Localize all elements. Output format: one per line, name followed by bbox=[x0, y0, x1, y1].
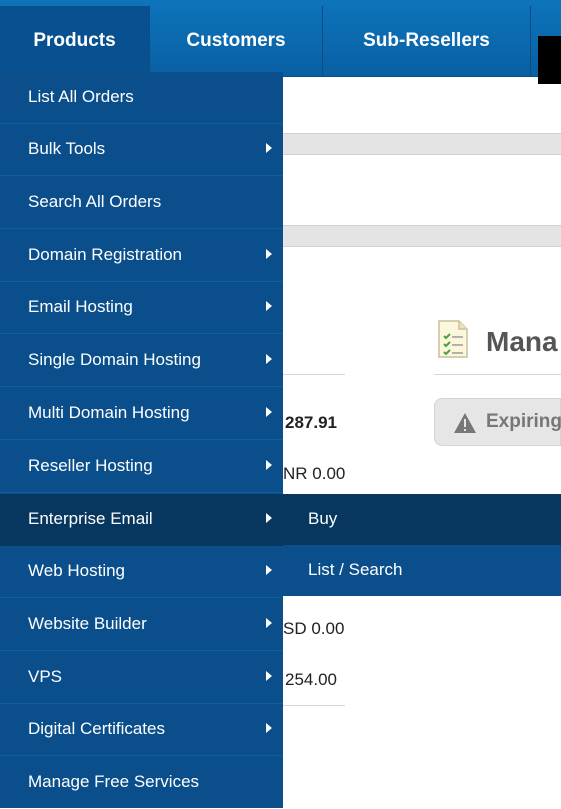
balance-value: NR 0.00 bbox=[283, 464, 346, 483]
menu-item-manage-free-services[interactable]: Manage Free Services bbox=[0, 757, 283, 809]
chevron-right-icon bbox=[266, 301, 272, 311]
page-title: Mana bbox=[486, 326, 558, 357]
menu-item-digital-certificates[interactable]: Digital Certificates bbox=[0, 704, 283, 756]
chevron-right-icon bbox=[266, 143, 272, 153]
menu-item-label: Digital Certificates bbox=[28, 719, 165, 738]
menu-item-web-hosting[interactable]: Web Hosting bbox=[0, 546, 283, 598]
chevron-right-icon bbox=[266, 565, 272, 575]
menu-item-label: Reseller Hosting bbox=[28, 456, 153, 475]
top-navigation: Products Customers Sub-Resellers bbox=[0, 0, 561, 77]
menu-item-label: Bulk Tools bbox=[28, 139, 106, 158]
menu-item-multi-domain-hosting[interactable]: Multi Domain Hosting bbox=[0, 388, 283, 440]
menu-item-label: Multi Domain Hosting bbox=[28, 403, 190, 422]
submenu-item-list-search[interactable]: List / Search bbox=[283, 545, 561, 596]
menu-item-email-hosting[interactable]: Email Hosting bbox=[0, 282, 283, 334]
tab-expiring-label: Expiring bbox=[486, 411, 561, 432]
menu-item-label: Email Hosting bbox=[28, 297, 133, 316]
menu-item-label: Search All Orders bbox=[28, 192, 162, 211]
menu-item-website-builder[interactable]: Website Builder bbox=[0, 599, 283, 651]
document-icon bbox=[438, 320, 468, 358]
menu-item-reseller-hosting[interactable]: Reseller Hosting bbox=[0, 441, 283, 493]
submenu-item-label: List / Search bbox=[308, 560, 403, 579]
chevron-right-icon bbox=[266, 671, 272, 681]
divider bbox=[283, 705, 345, 706]
balance-value: 254.00 bbox=[285, 670, 337, 689]
chevron-right-icon bbox=[266, 723, 272, 733]
chevron-right-icon bbox=[266, 354, 272, 364]
products-dropdown-menu: List All Orders Bulk Tools Search All Or… bbox=[0, 72, 283, 808]
menu-item-label: VPS bbox=[28, 667, 63, 686]
chevron-right-icon bbox=[266, 407, 272, 417]
obscured-region bbox=[538, 36, 561, 84]
balance-value: SD 0.00 bbox=[283, 619, 345, 638]
menu-item-single-domain-hosting[interactable]: Single Domain Hosting bbox=[0, 335, 283, 387]
menu-item-list-all-orders[interactable]: List All Orders bbox=[0, 72, 283, 124]
menu-item-label: Domain Registration bbox=[28, 245, 183, 264]
menu-item-bulk-tools[interactable]: Bulk Tools bbox=[0, 124, 283, 176]
tab-customers[interactable]: Customers bbox=[150, 6, 323, 76]
tab-expiring[interactable]: Expiring bbox=[434, 398, 561, 446]
menu-item-domain-registration[interactable]: Domain Registration bbox=[0, 230, 283, 282]
chevron-right-icon bbox=[266, 618, 272, 628]
menu-item-vps[interactable]: VPS bbox=[0, 652, 283, 704]
balance-value: 287.91 bbox=[285, 413, 337, 432]
tab-products[interactable]: Products bbox=[0, 6, 150, 76]
chevron-right-icon bbox=[266, 460, 272, 470]
divider bbox=[283, 374, 345, 375]
tab-sub-resellers[interactable]: Sub-Resellers bbox=[323, 6, 531, 76]
chevron-right-icon bbox=[266, 513, 272, 523]
menu-item-label: List All Orders bbox=[28, 87, 134, 106]
menu-item-label: Web Hosting bbox=[28, 561, 126, 580]
divider bbox=[434, 374, 561, 375]
menu-item-label: Enterprise Email bbox=[28, 509, 153, 528]
menu-item-label: Website Builder bbox=[28, 614, 147, 633]
divider-bar bbox=[283, 133, 561, 155]
warning-icon bbox=[454, 413, 476, 433]
menu-item-enterprise-email[interactable]: Enterprise Email bbox=[0, 494, 283, 546]
menu-item-label: Manage Free Services bbox=[28, 772, 200, 791]
submenu-item-label: Buy bbox=[308, 509, 338, 528]
menu-item-label: Single Domain Hosting bbox=[28, 350, 201, 369]
divider-bar bbox=[283, 225, 561, 247]
menu-item-search-all-orders[interactable]: Search All Orders bbox=[0, 177, 283, 229]
submenu-item-buy[interactable]: Buy bbox=[283, 494, 561, 545]
chevron-right-icon bbox=[266, 249, 272, 259]
enterprise-email-submenu: Buy List / Search bbox=[283, 494, 561, 596]
